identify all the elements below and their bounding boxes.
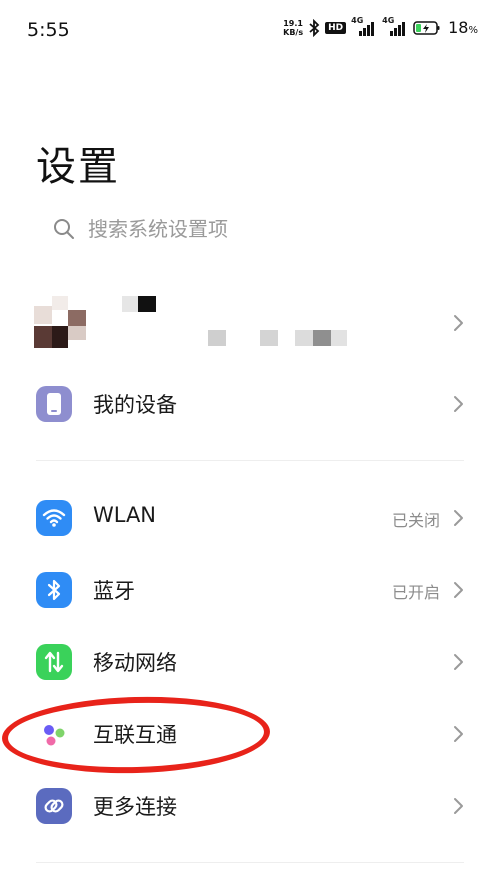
battery-percent: 18% [448, 18, 478, 37]
search-input[interactable] [88, 217, 438, 241]
chevron-right-icon [454, 582, 463, 598]
signal-icon: 4G [351, 16, 377, 36]
search-icon [54, 219, 74, 239]
settings-item-my-device[interactable]: 我的设备 [0, 374, 500, 434]
speed-unit: KB/s [283, 27, 304, 37]
settings-item-label: 我的设备 [93, 393, 177, 417]
account-id-redacted [208, 330, 226, 346]
network-type-2: 4G [382, 15, 395, 25]
wifi-icon [36, 500, 72, 536]
chevron-right-icon [454, 654, 463, 670]
network-type-1: 4G [351, 15, 364, 25]
signal-icon: 4G [382, 16, 408, 36]
battery-charging-icon [413, 20, 441, 36]
device-icon [36, 386, 72, 422]
settings-item-label: 移动网络 [93, 651, 177, 675]
settings-item-wlan[interactable]: WLAN 已关闭 [0, 488, 500, 548]
section-divider [36, 460, 464, 461]
link-icon [36, 788, 72, 824]
chevron-right-icon [454, 315, 463, 331]
search-bar[interactable] [36, 206, 464, 252]
status-time: 5:55 [27, 19, 70, 41]
chevron-right-icon [454, 510, 463, 526]
settings-screen: 5:55 19.1 KB/s HD 4G 4G 18% 设置 搜索系统设置项 我… [0, 0, 500, 877]
interconnect-icon [36, 716, 72, 752]
account-profile-row[interactable] [0, 284, 500, 364]
mobile-data-icon [36, 644, 72, 680]
settings-item-label: 蓝牙 [93, 579, 135, 603]
settings-item-more-connections[interactable]: 更多连接 [0, 776, 500, 836]
bluetooth-icon [308, 18, 320, 37]
chevron-right-icon [454, 396, 463, 412]
chevron-right-icon [454, 726, 463, 742]
wlan-status: 已关闭 [391, 511, 440, 530]
hd-badge: HD [325, 21, 347, 34]
network-speed: 19.1 KB/s [283, 19, 303, 37]
avatar [34, 296, 86, 348]
settings-item-label: 互联互通 [93, 723, 177, 747]
section-divider [36, 862, 464, 863]
settings-item-bluetooth[interactable]: 蓝牙 已开启 [0, 560, 500, 620]
bluetooth-status: 已开启 [391, 583, 440, 602]
speed-value: 19.1 [283, 18, 303, 28]
chevron-right-icon [454, 798, 463, 814]
status-icons: 19.1 KB/s HD 4G 4G 18% [283, 16, 478, 38]
status-bar: 5:55 19.1 KB/s HD 4G 4G 18% [0, 0, 500, 62]
settings-item-interconnect[interactable]: 互联互通 [0, 704, 500, 764]
account-name-redacted [122, 296, 138, 312]
settings-item-label: 更多连接 [93, 795, 177, 819]
bluetooth-icon [36, 572, 72, 608]
page-title: 设置 [36, 144, 120, 190]
settings-item-label: WLAN [93, 503, 157, 527]
settings-item-mobile-network[interactable]: 移动网络 [0, 632, 500, 692]
